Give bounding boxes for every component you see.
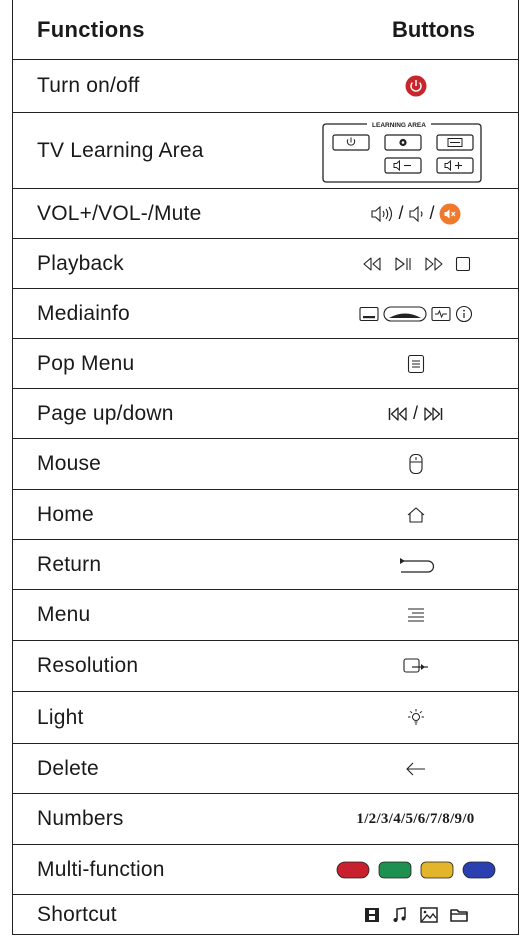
music-icon xyxy=(393,907,406,922)
learning-area-panel: LEARNING AREA xyxy=(322,118,482,183)
table-row: Light xyxy=(13,692,518,744)
button-cell xyxy=(313,239,518,288)
function-label: Menu xyxy=(37,603,91,626)
pop-menu-icon xyxy=(407,354,424,373)
function-label: Playback xyxy=(37,251,124,275)
film-icon xyxy=(364,908,379,922)
return-icon xyxy=(399,557,434,573)
function-label: Shortcut xyxy=(37,903,117,926)
info-panel-icon xyxy=(430,306,451,321)
button-cell xyxy=(313,590,518,640)
red-button-icon xyxy=(336,861,369,878)
table-row: Menu xyxy=(13,590,518,641)
button-cell xyxy=(313,641,518,691)
power-button-icon xyxy=(405,75,426,97)
volume-up-icon xyxy=(371,205,393,222)
button-cell: / xyxy=(313,389,518,438)
table-row: Playback xyxy=(13,239,518,289)
menu-icon xyxy=(407,608,424,622)
button-cell xyxy=(313,339,518,388)
table-header: Functions Buttons xyxy=(13,0,518,60)
table-row: VOL+/VOL-/Mute / / xyxy=(13,189,518,239)
function-label: Mouse xyxy=(37,452,102,475)
function-label: Page up/down xyxy=(37,401,174,425)
button-cell xyxy=(313,744,518,793)
audio-track-icon xyxy=(382,305,427,322)
table-row: Resolution xyxy=(13,641,518,692)
function-label: Multi-function xyxy=(37,857,165,881)
function-label: Pop Menu xyxy=(37,351,135,375)
table-row: Turn on/off xyxy=(13,60,518,113)
resolution-icon xyxy=(402,658,428,673)
table-row: Numbers 1/2/3/4/5/6/7/8/9/0 xyxy=(13,794,518,845)
play-pause-icon xyxy=(394,256,411,271)
button-cell: 1/2/3/4/5/6/7/8/9/0 xyxy=(313,794,518,844)
function-label: Numbers xyxy=(37,807,124,830)
button-cell xyxy=(313,540,518,589)
buttons-column-header: Buttons xyxy=(391,16,476,42)
table-row: Mouse xyxy=(13,439,518,490)
button-cell xyxy=(313,490,518,539)
function-label: Home xyxy=(37,502,94,526)
picture-icon xyxy=(419,907,438,923)
function-label: Delete xyxy=(37,756,99,780)
table-row: Return xyxy=(13,540,518,590)
numbers-text: 1/2/3/4/5/6/7/8/9/0 xyxy=(356,810,475,827)
button-cell xyxy=(313,60,518,112)
green-button-icon xyxy=(378,861,411,878)
separator: / xyxy=(398,203,404,223)
table-row: Delete xyxy=(13,744,518,794)
function-label: VOL+/VOL-/Mute xyxy=(37,201,202,225)
button-cell xyxy=(313,845,518,894)
table-row: Pop Menu xyxy=(13,339,518,389)
function-button-table: Functions Buttons Turn on/off TV Learnin… xyxy=(12,0,519,935)
learning-area-label: LEARNING AREA xyxy=(372,122,426,129)
page-up-icon xyxy=(388,406,407,421)
function-label: Resolution xyxy=(37,654,139,677)
button-cell: / / xyxy=(313,189,518,238)
separator: / xyxy=(412,403,418,423)
function-label: Return xyxy=(37,552,102,576)
light-bulb-icon xyxy=(407,708,424,724)
mute-icon xyxy=(439,203,461,224)
separator: / xyxy=(429,203,435,223)
button-cell xyxy=(313,439,518,489)
function-label: Mediainfo xyxy=(37,301,130,325)
mouse-icon xyxy=(408,453,423,475)
functions-column-header: Functions xyxy=(37,16,145,42)
table-row: Mediainfo xyxy=(13,289,518,339)
fast-forward-icon xyxy=(424,256,443,271)
blue-button-icon xyxy=(462,861,495,878)
table-row: Multi-function xyxy=(13,845,518,895)
home-icon xyxy=(407,506,424,523)
button-cell xyxy=(313,289,518,338)
table-row: Shortcut xyxy=(13,895,518,935)
function-label: TV Learning Area xyxy=(37,138,204,162)
table-row: Page up/down / xyxy=(13,389,518,439)
yellow-button-icon xyxy=(420,861,453,878)
function-label: Turn on/off xyxy=(37,74,140,97)
rewind-icon xyxy=(362,256,381,271)
table-row: Home xyxy=(13,490,518,540)
info-icon xyxy=(455,305,472,322)
function-label: Light xyxy=(37,705,84,729)
delete-arrow-icon xyxy=(405,762,425,775)
button-cell: LEARNING AREA xyxy=(316,113,488,188)
stop-icon xyxy=(455,256,470,271)
table-row: TV Learning Area LEARNING AREA xyxy=(13,113,518,189)
page-down-icon xyxy=(424,406,443,421)
button-cell xyxy=(313,895,518,935)
subtitle-icon xyxy=(358,306,379,321)
volume-down-icon xyxy=(408,205,423,222)
folder-icon xyxy=(449,909,468,922)
button-cell xyxy=(313,692,518,743)
